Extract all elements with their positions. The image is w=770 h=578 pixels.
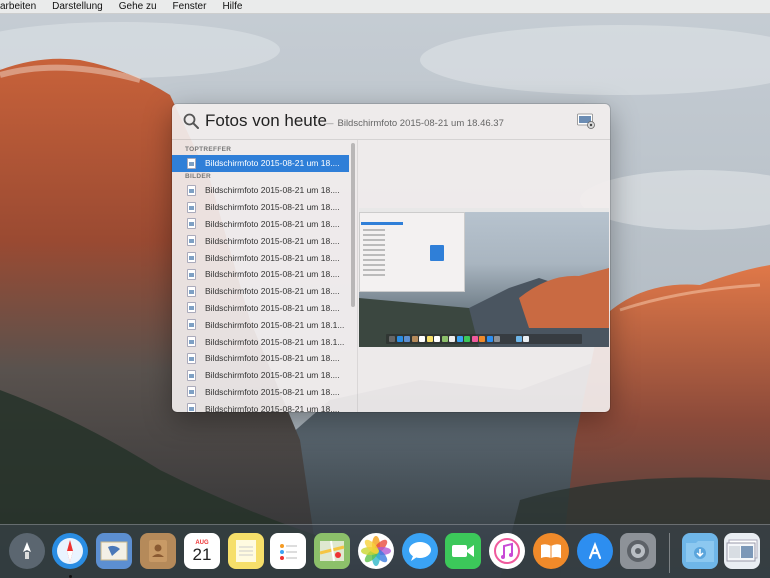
facetime-icon[interactable]: [445, 533, 481, 569]
preview-row: [363, 274, 385, 276]
image-file-icon: [187, 157, 196, 169]
preview-row: [363, 234, 385, 236]
menu-edit[interactable]: arbeiten: [0, 0, 44, 14]
contacts-icon[interactable]: [140, 533, 176, 569]
preview-row: [363, 259, 385, 261]
result-label: Bildschirmfoto 2015-08-21 um 18....: [205, 386, 340, 397]
result-label: Bildschirmfoto 2015-08-21 um 18....: [205, 269, 340, 280]
itunes-icon[interactable]: [489, 533, 525, 569]
result-label: Bildschirmfoto 2015-08-21 um 18....: [205, 235, 340, 246]
preview-row: [363, 249, 385, 251]
notes-icon[interactable]: [228, 533, 264, 569]
image-file-icon: [187, 352, 196, 364]
image-file-icon: [187, 336, 196, 348]
spotlight-search-bar[interactable]: Fotos von heute — Bildschirmfoto 2015-08-…: [172, 104, 610, 140]
reminders-icon[interactable]: [270, 533, 306, 569]
screenshot-stack-icon[interactable]: [724, 533, 760, 569]
menu-go[interactable]: Gehe zu: [111, 0, 165, 14]
image-result-row[interactable]: Bildschirmfoto 2015-08-21 um 18....: [172, 350, 349, 367]
image-result-row[interactable]: Bildschirmfoto 2015-08-21 um 18....: [172, 266, 349, 283]
result-label: Bildschirmfoto 2015-08-21 um 18....: [205, 286, 340, 297]
image-result-row[interactable]: Bildschirmfoto 2015-08-21 um 18....: [172, 384, 349, 401]
image-file-icon: [187, 386, 196, 398]
photos-icon[interactable]: [358, 533, 394, 569]
system-preferences-icon[interactable]: [620, 533, 656, 569]
result-label: Bildschirmfoto 2015-08-21 um 18....: [205, 302, 340, 313]
dock: AUG 21: [0, 524, 770, 578]
preview-spotlight-window: [359, 212, 465, 292]
image-file-icon: [187, 319, 196, 331]
preview-dock: [386, 334, 582, 344]
image-file-icon: [187, 302, 196, 314]
preview-row: [363, 269, 385, 271]
mail-icon[interactable]: [96, 533, 132, 569]
image-result-row[interactable]: Bildschirmfoto 2015-08-21 um 18....: [172, 232, 349, 249]
preview-thumbnail: [430, 245, 444, 261]
result-label: Bildschirmfoto 2015-08-21 um 18.1...: [205, 336, 345, 347]
result-label: Bildschirmfoto 2015-08-21 um 18.1...: [205, 319, 345, 330]
spotlight-query-input[interactable]: Fotos von heute: [205, 111, 327, 131]
preview-row: [363, 239, 385, 241]
spotlight-preview-pane: [359, 140, 610, 412]
menu-help[interactable]: Hilfe: [214, 0, 250, 14]
top-hit-result[interactable]: Bildschirmfoto 2015-08-21 um 18....: [172, 155, 349, 172]
image-result-row[interactable]: Bildschirmfoto 2015-08-21 um 18....: [172, 367, 349, 384]
messages-icon[interactable]: [402, 533, 438, 569]
screenshot-file-icon: [577, 113, 595, 129]
section-header-images: BILDER: [185, 173, 211, 180]
result-label: Bildschirmfoto 2015-08-21 um 18....: [205, 218, 340, 229]
result-label: Bildschirmfoto 2015-08-21 um 18....: [205, 202, 340, 213]
image-file-icon: [187, 268, 196, 280]
image-result-row[interactable]: Bildschirmfoto 2015-08-21 um 18....: [172, 182, 349, 199]
image-file-icon: [187, 201, 196, 213]
result-label: Bildschirmfoto 2015-08-21 um 18....: [205, 370, 340, 381]
result-label: Bildschirmfoto 2015-08-21 um 18....: [205, 158, 340, 169]
section-header-top-hits: TOPTREFFER: [185, 146, 232, 153]
preview-row: [363, 244, 385, 246]
preview-selected-row: [361, 222, 403, 225]
calendar-icon[interactable]: AUG 21: [184, 533, 220, 569]
safari-icon[interactable]: [52, 533, 88, 569]
menu-bar: arbeiten Darstellung Gehe zu Fenster Hil…: [0, 0, 770, 14]
image-file-icon: [187, 285, 196, 297]
image-result-row[interactable]: Bildschirmfoto 2015-08-21 um 18....: [172, 249, 349, 266]
image-result-row[interactable]: Bildschirmfoto 2015-08-21 um 18....: [172, 283, 349, 300]
image-result-row[interactable]: Bildschirmfoto 2015-08-21 um 18....: [172, 216, 349, 233]
image-result-row[interactable]: Bildschirmfoto 2015-08-21 um 18....: [172, 400, 349, 412]
image-file-icon: [187, 252, 196, 264]
image-result-row[interactable]: Bildschirmfoto 2015-08-21 um 18....: [172, 300, 349, 317]
spotlight-window: Fotos von heute — Bildschirmfoto 2015-08-…: [172, 104, 610, 412]
result-label: Bildschirmfoto 2015-08-21 um 18....: [205, 252, 340, 263]
spotlight-completion-hint: — Bildschirmfoto 2015-08-21 um 18.46.37: [324, 118, 504, 129]
image-file-icon: [187, 403, 196, 412]
launchpad-icon[interactable]: [9, 533, 45, 569]
menu-view[interactable]: Darstellung: [44, 0, 111, 14]
preview-row: [363, 254, 385, 256]
dock-divider: [669, 533, 670, 573]
results-scrollbar[interactable]: [351, 143, 355, 307]
search-icon: [183, 113, 199, 129]
screenshot-preview-image: [359, 208, 609, 347]
spotlight-results-list: TOPTREFFER Bildschirmfoto 2015-08-21 um …: [172, 140, 358, 412]
calendar-day: 21: [192, 544, 212, 564]
result-label: Bildschirmfoto 2015-08-21 um 18....: [205, 403, 340, 412]
ibooks-icon[interactable]: [533, 533, 569, 569]
menu-window[interactable]: Fenster: [165, 0, 215, 14]
image-result-row[interactable]: Bildschirmfoto 2015-08-21 um 18....: [172, 199, 349, 216]
result-label: Bildschirmfoto 2015-08-21 um 18....: [205, 353, 340, 364]
image-file-icon: [187, 218, 196, 230]
image-result-row[interactable]: Bildschirmfoto 2015-08-21 um 18.1...: [172, 333, 349, 350]
image-file-icon: [187, 184, 196, 196]
image-file-icon: [187, 369, 196, 381]
image-result-row[interactable]: Bildschirmfoto 2015-08-21 um 18.1...: [172, 316, 349, 333]
spotlight-hint-text: Bildschirmfoto 2015-08-21 um 18.46.37: [337, 118, 504, 129]
result-label: Bildschirmfoto 2015-08-21 um 18....: [205, 185, 340, 196]
image-file-icon: [187, 235, 196, 247]
app-store-icon[interactable]: [577, 533, 613, 569]
preview-row: [363, 229, 385, 231]
downloads-folder-icon[interactable]: [682, 533, 718, 569]
maps-icon[interactable]: [314, 533, 350, 569]
preview-row: [363, 264, 385, 266]
